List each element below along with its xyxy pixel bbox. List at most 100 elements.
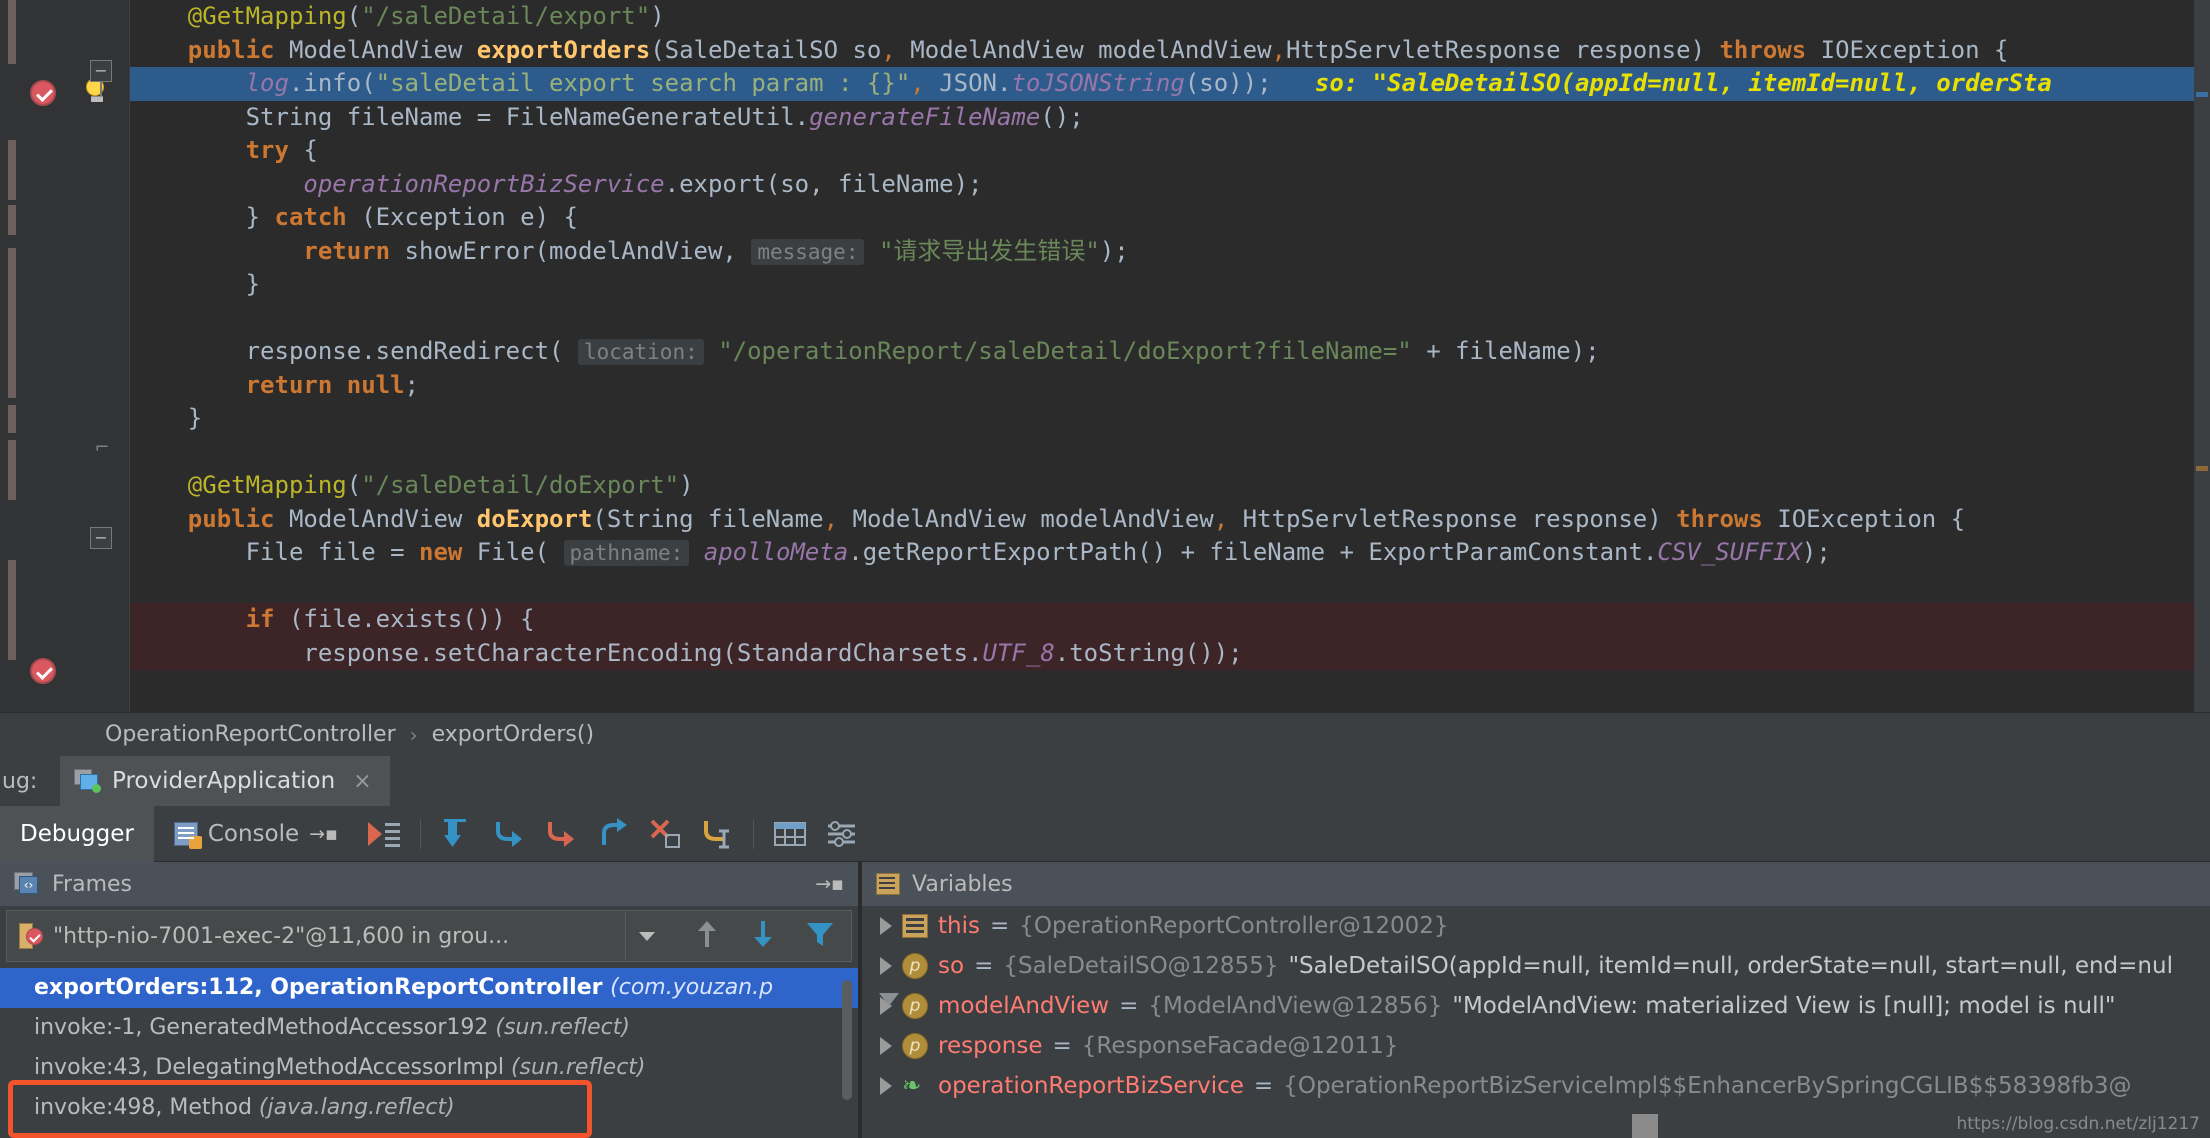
expand-triangle-icon[interactable] xyxy=(880,1037,892,1055)
frame-item-selected[interactable]: exportOrders:112, OperationReportControl… xyxy=(0,968,858,1008)
code-line[interactable]: try { xyxy=(130,134,2210,168)
thread-selector-row[interactable]: "http-nio-7001-exec-2"@11,600 in grou... xyxy=(6,910,852,962)
variable-row[interactable]: p so = {SaleDetailSO@12855} "SaleDetailSO… xyxy=(862,946,2210,986)
code-line[interactable]: } xyxy=(130,402,2210,436)
step-out-button[interactable] xyxy=(590,811,636,857)
code-line[interactable]: } catch (Exception e) { xyxy=(130,201,2210,235)
filter-frames-button[interactable] xyxy=(805,919,835,953)
show-execution-point-button[interactable] xyxy=(361,811,407,857)
code-line[interactable] xyxy=(130,570,2210,604)
frame-label: invoke:498, Method xyxy=(34,1095,259,1120)
code-line[interactable]: } xyxy=(130,268,2210,302)
parameter-hint: message: xyxy=(751,238,865,265)
editor-gutter-annotations[interactable] xyxy=(22,0,72,712)
thread-dropdown-button[interactable] xyxy=(625,912,667,960)
fold-collapse-icon[interactable]: − xyxy=(90,527,112,549)
toolbar-separator xyxy=(419,818,421,849)
debug-window-label: ug: xyxy=(2,768,38,794)
frames-list[interactable]: exportOrders:112, OperationReportControl… xyxy=(0,968,858,1138)
frame-item[interactable]: invoke:498, Method (java.lang.reflect) xyxy=(0,1088,858,1128)
frames-icon: ‹› xyxy=(14,872,40,896)
frames-scrollbar[interactable] xyxy=(842,980,852,1100)
variable-name: this xyxy=(938,913,980,939)
variable-equals: = xyxy=(1253,1073,1274,1099)
move-up-button[interactable] xyxy=(693,919,721,953)
step-over-button[interactable] xyxy=(434,811,480,857)
variable-row[interactable]: p response = {ResponseFacade@12011} xyxy=(862,1026,2210,1066)
vcs-change-marker xyxy=(8,205,16,235)
evaluate-expression-button[interactable] xyxy=(767,811,813,857)
breadcrumb-separator-icon: › xyxy=(409,722,418,747)
move-down-button[interactable] xyxy=(749,919,777,953)
code-line[interactable] xyxy=(130,436,2210,470)
code-line[interactable]: return null; xyxy=(130,369,2210,403)
code-line[interactable]: response.sendRedirect( location: "/opera… xyxy=(130,335,2210,369)
breakpoint-icon[interactable] xyxy=(30,658,56,684)
application-icon xyxy=(74,769,101,793)
variables-tree[interactable]: this = {OperationReportController@12002}… xyxy=(862,906,2210,1106)
debugger-toolbar[interactable]: Debugger Console →▪ xyxy=(0,805,2210,862)
code-editor[interactable]: − ⌐ − @GetMapping("/saleDetail/export") … xyxy=(0,0,2210,712)
variable-row[interactable]: ❧ operationReportBizService = {OperationR… xyxy=(862,1066,2210,1106)
code-line[interactable]: public ModelAndView doExport(String file… xyxy=(130,503,2210,537)
inline-debug-value: so: "SaleDetailSO(appId=null, itemId=nul… xyxy=(1271,69,2052,97)
variable-reference: {OperationReportController@12002} xyxy=(1019,913,1449,939)
vcs-change-marker xyxy=(8,0,16,64)
expand-triangle-icon[interactable] xyxy=(880,1077,892,1095)
debugger-panels: ‹› Frames →▪ "http-nio-7001-exec-2"@11,6… xyxy=(0,862,2210,1138)
frame-package: (java.lang.reflect) xyxy=(258,1095,455,1120)
run-to-cursor-button[interactable] xyxy=(694,811,740,857)
code-lines[interactable]: @GetMapping("/saleDetail/export") public… xyxy=(130,0,2210,712)
variable-equals: = xyxy=(1119,993,1139,1019)
editor-scrollbar[interactable] xyxy=(2194,0,2210,712)
code-line[interactable]: @GetMapping("/saleDetail/export") xyxy=(130,0,2210,34)
settings-layout-button[interactable] xyxy=(819,811,865,857)
code-line[interactable]: File file = new File( pathname: apolloMe… xyxy=(130,536,2210,570)
breadcrumb-item-class[interactable]: OperationReportController xyxy=(105,722,396,747)
debug-tool-window-header: ug: ProviderApplication × xyxy=(0,756,2210,806)
code-line[interactable]: if (file.exists()) { xyxy=(130,603,2210,637)
variable-row[interactable]: p modelAndView = {ModelAndView@12856} "Mo… xyxy=(862,986,2210,1026)
variable-equals: = xyxy=(989,913,1010,939)
frames-header: ‹› Frames →▪ xyxy=(0,862,858,906)
step-into-button[interactable] xyxy=(486,811,532,857)
fold-collapse-icon[interactable]: − xyxy=(90,60,112,82)
expand-triangle-icon[interactable] xyxy=(880,917,892,935)
editor-fold-gutter[interactable] xyxy=(72,0,130,712)
frame-item[interactable]: invoke:-1, GeneratedMethodAccessor192 (s… xyxy=(0,1008,858,1048)
intellij-debugger-window: − ⌐ − @GetMapping("/saleDetail/export") … xyxy=(0,0,2210,1138)
code-line[interactable]: response.setCharacterEncoding(StandardCh… xyxy=(130,636,2210,670)
frame-item[interactable]: invoke:43, DelegatingMethodAccessorImpl … xyxy=(0,1048,858,1088)
scroll-mark xyxy=(2196,466,2208,471)
code-line[interactable]: operationReportBizService.export(so, fil… xyxy=(130,168,2210,202)
drop-frame-button[interactable] xyxy=(642,811,688,857)
spring-bean-icon: ❧ xyxy=(902,1073,922,1099)
variable-row[interactable]: this = {OperationReportController@12002} xyxy=(862,906,2210,946)
breadcrumb[interactable]: OperationReportController › exportOrders… xyxy=(0,712,2210,756)
code-line[interactable]: String fileName = FileNameGenerateUtil.g… xyxy=(130,101,2210,135)
fold-end-icon[interactable]: ⌐ xyxy=(92,437,112,459)
pin-tab-icon[interactable]: →▪ xyxy=(309,823,338,845)
code-line[interactable]: public ModelAndView exportOrders(SaleDet… xyxy=(130,34,2210,68)
variables-scroll-down-button[interactable] xyxy=(872,982,906,1016)
expand-triangle-icon[interactable] xyxy=(880,957,892,975)
breakpoint-icon[interactable] xyxy=(30,80,56,106)
variables-status-icon xyxy=(1632,1114,1658,1138)
close-icon[interactable]: × xyxy=(353,769,371,794)
code-line[interactable]: @GetMapping("/saleDetail/doExport") xyxy=(130,469,2210,503)
tab-console[interactable]: Console →▪ xyxy=(154,806,358,862)
code-line[interactable] xyxy=(130,302,2210,336)
frame-label: exportOrders:112, OperationReportControl… xyxy=(34,975,611,1000)
breadcrumb-item-method[interactable]: exportOrders() xyxy=(432,722,594,747)
variable-value: "ModelAndView: materialized View is [nul… xyxy=(1452,993,2116,1019)
tab-debugger[interactable]: Debugger xyxy=(0,805,154,862)
session-tab-provider-application[interactable]: ProviderApplication × xyxy=(60,756,390,806)
thread-combobox[interactable]: "http-nio-7001-exec-2"@11,600 in grou... xyxy=(17,923,615,949)
variables-pane: Variables this = {OperationReportControl… xyxy=(862,862,2210,1138)
scroll-mark xyxy=(2196,92,2208,97)
frame-label: invoke:-1, GeneratedMethodAccessor192 xyxy=(34,1015,496,1040)
frames-dock-icon[interactable]: →▪ xyxy=(815,873,844,895)
code-line[interactable]: return showError(modelAndView, message: … xyxy=(130,235,2210,269)
code-line[interactable]: log.info("saleDetail export search param… xyxy=(130,67,2210,101)
force-step-into-button[interactable] xyxy=(538,811,584,857)
